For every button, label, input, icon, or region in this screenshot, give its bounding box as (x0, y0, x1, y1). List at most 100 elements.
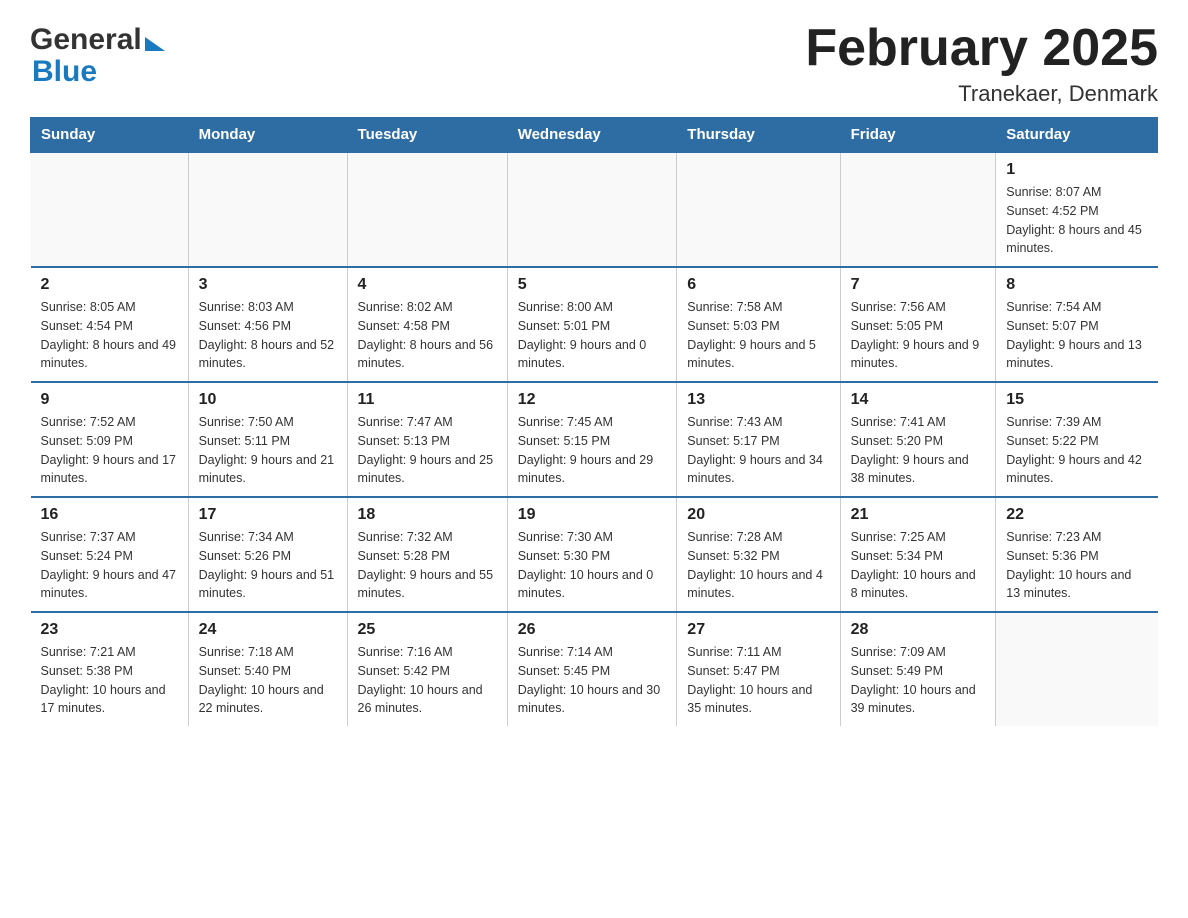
day-info-line: Sunset: 5:42 PM (358, 662, 497, 681)
day-info-line: Daylight: 9 hours and 47 minutes. (41, 566, 178, 604)
calendar-cell (188, 152, 347, 267)
day-info-line: Sunrise: 8:05 AM (41, 298, 178, 317)
calendar-cell (840, 152, 996, 267)
calendar-cell: 8 Sunrise: 7:54 AMSunset: 5:07 PMDaylight… (996, 267, 1158, 382)
day-info-line: Sunrise: 7:21 AM (41, 643, 178, 662)
day-info-line: Sunset: 4:56 PM (199, 317, 337, 336)
day-info-line: Daylight: 10 hours and 22 minutes. (199, 681, 337, 719)
day-info-line: Sunset: 4:54 PM (41, 317, 178, 336)
day-info-line: Sunrise: 7:23 AM (1006, 528, 1147, 547)
weekday-header-wednesday: Wednesday (507, 118, 677, 153)
day-info-line: Sunrise: 7:09 AM (851, 643, 986, 662)
calendar-cell: 6Sunrise: 7:58 AMSunset: 5:03 PMDaylight… (677, 267, 840, 382)
calendar-cell: 11Sunrise: 7:47 AMSunset: 5:13 PMDayligh… (347, 382, 507, 497)
calendar-cell: 19Sunrise: 7:30 AMSunset: 5:30 PMDayligh… (507, 497, 677, 612)
day-number: 26 (518, 621, 667, 639)
calendar-cell: 5Sunrise: 8:00 AMSunset: 5:01 PMDaylight… (507, 267, 677, 382)
day-info-line: Sunset: 5:36 PM (1006, 547, 1147, 566)
day-info-line: Sunset: 5:26 PM (199, 547, 337, 566)
day-info-line: Daylight: 9 hours and 13 minutes. (1006, 336, 1147, 374)
day-number: 19 (518, 506, 667, 524)
day-info-line: Sunrise: 7:30 AM (518, 528, 667, 547)
day-info-line: Sunrise: 7:47 AM (358, 413, 497, 432)
day-info-line: Sunrise: 8:02 AM (358, 298, 497, 317)
day-info-line: Sunset: 5:30 PM (518, 547, 667, 566)
day-info-line: Sunrise: 7:37 AM (41, 528, 178, 547)
day-info-line: Daylight: 9 hours and 17 minutes. (41, 451, 178, 489)
day-number: 22 (1006, 506, 1147, 524)
day-info-line: Daylight: 8 hours and 45 minutes. (1006, 221, 1147, 259)
day-info-line: Sunrise: 7:41 AM (851, 413, 986, 432)
logo-actual: General Blue (30, 25, 165, 87)
day-number: 8 (1006, 276, 1147, 294)
day-number: 16 (41, 506, 178, 524)
calendar-cell: 2Sunrise: 8:05 AMSunset: 4:54 PMDaylight… (31, 267, 189, 382)
weekday-header-friday: Friday (840, 118, 996, 153)
day-info-line: Sunrise: 7:11 AM (687, 643, 829, 662)
day-info-line: Daylight: 8 hours and 52 minutes. (199, 336, 337, 374)
day-info-line: Daylight: 9 hours and 38 minutes. (851, 451, 986, 489)
day-number: 5 (518, 276, 667, 294)
calendar-cell: 16Sunrise: 7:37 AMSunset: 5:24 PMDayligh… (31, 497, 189, 612)
calendar-table: SundayMondayTuesdayWednesdayThursdayFrid… (30, 117, 1158, 726)
day-info-line: Sunrise: 7:14 AM (518, 643, 667, 662)
day-number: 21 (851, 506, 986, 524)
day-info-line: Sunrise: 7:50 AM (199, 413, 337, 432)
day-info-line: Sunrise: 7:58 AM (687, 298, 829, 317)
calendar-cell: 18Sunrise: 7:32 AMSunset: 5:28 PMDayligh… (347, 497, 507, 612)
day-info-line: Sunset: 5:22 PM (1006, 432, 1147, 451)
calendar-cell (507, 152, 677, 267)
weekday-header-thursday: Thursday (677, 118, 840, 153)
calendar-cell: 3Sunrise: 8:03 AMSunset: 4:56 PMDaylight… (188, 267, 347, 382)
day-info-line: Sunrise: 7:18 AM (199, 643, 337, 662)
weekday-header-tuesday: Tuesday (347, 118, 507, 153)
day-info-line: Sunrise: 7:54 AM (1006, 298, 1147, 317)
day-info-line: Sunset: 5:34 PM (851, 547, 986, 566)
weekday-header-monday: Monday (188, 118, 347, 153)
calendar-cell: 20Sunrise: 7:28 AMSunset: 5:32 PMDayligh… (677, 497, 840, 612)
day-info-line: Sunset: 5:47 PM (687, 662, 829, 681)
day-number: 3 (199, 276, 337, 294)
day-number: 13 (687, 391, 829, 409)
day-number: 7 (851, 276, 986, 294)
day-info-line: Sunrise: 7:43 AM (687, 413, 829, 432)
calendar-week-row: 2Sunrise: 8:05 AMSunset: 4:54 PMDaylight… (31, 267, 1158, 382)
calendar-cell: 23Sunrise: 7:21 AMSunset: 5:38 PMDayligh… (31, 612, 189, 726)
weekday-header-sunday: Sunday (31, 118, 189, 153)
calendar-cell: 10 Sunrise: 7:50 AMSunset: 5:11 PMDayligh… (188, 382, 347, 497)
day-info-line: Sunset: 5:07 PM (1006, 317, 1147, 336)
calendar-cell: 28 Sunrise: 7:09 AMSunset: 5:49 PMDayligh… (840, 612, 996, 726)
day-info-line: Sunset: 5:38 PM (41, 662, 178, 681)
calendar-cell: 25Sunrise: 7:16 AMSunset: 5:42 PMDayligh… (347, 612, 507, 726)
day-info-line: Daylight: 10 hours and 35 minutes. (687, 681, 829, 719)
day-info-line: Sunrise: 7:39 AM (1006, 413, 1147, 432)
day-info-line: Daylight: 9 hours and 25 minutes. (358, 451, 497, 489)
day-number: 12 (518, 391, 667, 409)
day-info-line: Sunrise: 7:25 AM (851, 528, 986, 547)
weekday-header-row: SundayMondayTuesdayWednesdayThursdayFrid… (31, 118, 1158, 153)
day-number: 10 (199, 391, 337, 409)
day-info-line: Sunset: 5:49 PM (851, 662, 986, 681)
day-info-line: Sunrise: 7:45 AM (518, 413, 667, 432)
day-info-line: Sunrise: 8:00 AM (518, 298, 667, 317)
day-info-line: Daylight: 10 hours and 17 minutes. (41, 681, 178, 719)
day-number: 6 (687, 276, 829, 294)
day-info-line: Daylight: 9 hours and 21 minutes. (199, 451, 337, 489)
day-info-line: Sunset: 5:20 PM (851, 432, 986, 451)
day-info-line: Daylight: 10 hours and 26 minutes. (358, 681, 497, 719)
calendar-cell (677, 152, 840, 267)
calendar-cell: 26Sunrise: 7:14 AMSunset: 5:45 PMDayligh… (507, 612, 677, 726)
calendar-cell (347, 152, 507, 267)
day-number: 28 (851, 621, 986, 639)
title-area: February 2025 Tranekaer, Denmark (805, 20, 1158, 107)
day-info-line: Sunrise: 7:28 AM (687, 528, 829, 547)
calendar-cell: 1Sunrise: 8:07 AMSunset: 4:52 PMDaylight… (996, 152, 1158, 267)
page-header: General Blue February 2025 Tranekaer, De… (30, 20, 1158, 107)
location-label: Tranekaer, Denmark (805, 81, 1158, 107)
day-info-line: Daylight: 9 hours and 9 minutes. (851, 336, 986, 374)
calendar-cell: 12Sunrise: 7:45 AMSunset: 5:15 PMDayligh… (507, 382, 677, 497)
day-info-line: Sunset: 5:17 PM (687, 432, 829, 451)
day-info-line: Daylight: 10 hours and 30 minutes. (518, 681, 667, 719)
day-info-line: Daylight: 10 hours and 39 minutes. (851, 681, 986, 719)
day-info-line: Sunset: 5:11 PM (199, 432, 337, 451)
